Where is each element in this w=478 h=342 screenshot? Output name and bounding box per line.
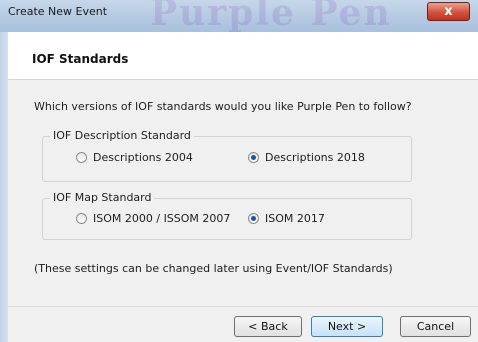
close-icon: x: [444, 4, 453, 19]
radio-selected-icon: [248, 213, 259, 224]
radio-label: Descriptions 2004: [93, 151, 193, 164]
question-text: Which versions of IOF standards would yo…: [34, 100, 412, 113]
radio-icon: [76, 213, 87, 224]
window-title: Create New Event: [8, 5, 108, 18]
back-button[interactable]: < Back: [234, 316, 302, 337]
radio-label: ISOM 2017: [265, 212, 325, 225]
radio-descriptions-2018[interactable]: Descriptions 2018: [248, 151, 365, 164]
dialog-window: Purple Pen Create New Event x IOF Standa…: [0, 0, 478, 342]
cancel-button[interactable]: Cancel: [400, 316, 471, 337]
page-title: IOF Standards: [32, 52, 129, 66]
radio-selected-icon: [248, 152, 259, 163]
radio-isom-2000-issom-2007[interactable]: ISOM 2000 / ISSOM 2007: [76, 212, 230, 225]
footer-divider: [8, 306, 478, 307]
radio-label: ISOM 2000 / ISSOM 2007: [93, 212, 231, 225]
radio-isom-2017[interactable]: ISOM 2017: [248, 212, 325, 225]
settings-note: (These settings can be changed later usi…: [34, 262, 393, 275]
title-bar: Purple Pen Create New Event x: [0, 0, 478, 34]
radio-icon: [76, 152, 87, 163]
radio-label: Descriptions 2018: [265, 151, 365, 164]
title-watermark: Purple Pen: [150, 0, 392, 34]
description-standard-legend: IOF Description Standard: [50, 129, 194, 142]
close-button[interactable]: x: [427, 2, 470, 21]
window-frame: [0, 32, 8, 342]
map-standard-legend: IOF Map Standard: [50, 191, 155, 204]
radio-descriptions-2004[interactable]: Descriptions 2004: [76, 151, 193, 164]
next-button[interactable]: Next >: [311, 316, 383, 337]
